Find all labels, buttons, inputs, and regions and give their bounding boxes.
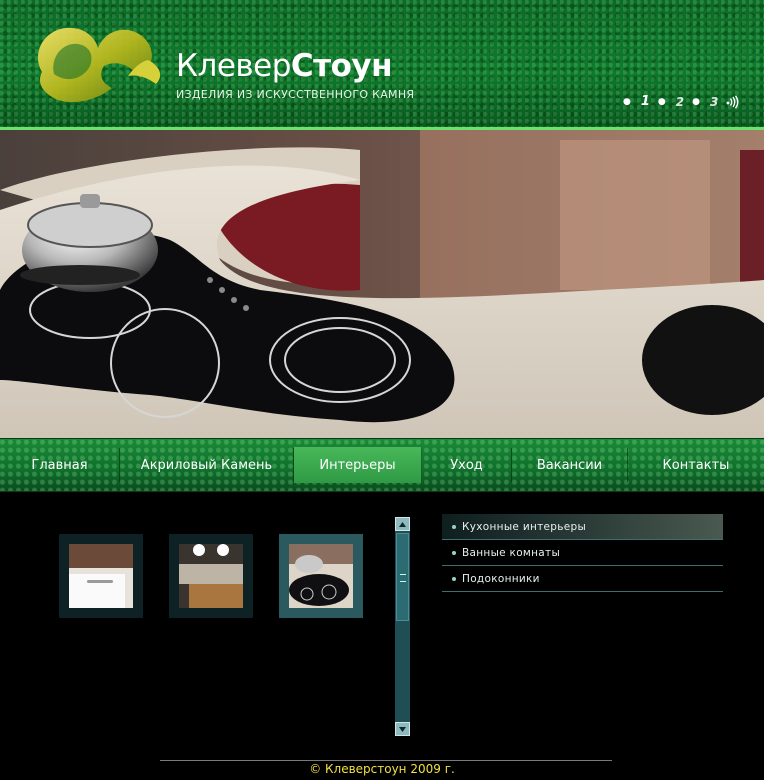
hero-kitchen-photo xyxy=(0,130,764,438)
slide-bullet-icon: ● xyxy=(657,96,666,107)
clover-heart-logo[interactable] xyxy=(28,14,170,110)
site-header: КлеверСтоун ИЗДЕЛИЯ ИЗ ИСКУССТВЕННОГО КА… xyxy=(0,0,764,128)
brand-part-1: Клевер xyxy=(176,48,291,84)
main-nav: Главная Акриловый Камень Интерьеры Уход … xyxy=(0,438,764,492)
submenu-label: Ванные комнаты xyxy=(462,546,561,559)
bullet-icon xyxy=(452,576,456,581)
tagline: ИЗДЕЛИЯ ИЗ ИСКУССТВЕННОГО КАМНЯ xyxy=(176,88,415,101)
slide-bullet-icon: ● xyxy=(692,96,700,107)
nav-item-acrylic-stone[interactable]: Акриловый Камень xyxy=(120,448,294,482)
gallery-scrollbar[interactable] xyxy=(395,517,410,736)
submenu-item-bathroom[interactable]: Ванные комнаты xyxy=(442,540,723,566)
gallery-thumbnail[interactable] xyxy=(59,534,143,618)
scroll-thumb[interactable] xyxy=(396,533,409,621)
slide-bullet-icon: ● xyxy=(623,96,631,107)
gallery-thumbnail-active[interactable] xyxy=(279,534,363,618)
kitchen-cooktop-thumb xyxy=(289,544,353,608)
footer-divider xyxy=(160,760,612,761)
kitchen-cooktop-image xyxy=(0,130,764,438)
nav-item-contacts[interactable]: Контакты xyxy=(628,448,764,482)
slide-1-link[interactable]: 1 xyxy=(641,94,650,109)
bullet-icon xyxy=(452,550,456,555)
arrow-down-icon xyxy=(399,726,406,732)
nav-item-interiors[interactable]: Интерьеры xyxy=(294,447,422,483)
bullet-icon xyxy=(452,524,456,529)
slide-switcher: ● 1 ● 2 ● 3 xyxy=(623,94,740,109)
kitchen-cabinet-thumb xyxy=(69,544,133,608)
grip-icon xyxy=(400,574,406,582)
submenu-label: Кухонные интерьеры xyxy=(462,520,587,533)
brand-name[interactable]: КлеверСтоун xyxy=(176,48,393,84)
nav-item-vacancies[interactable]: Вакансии xyxy=(512,448,628,482)
submenu-label: Подоконники xyxy=(462,572,540,585)
nav-item-home[interactable]: Главная xyxy=(0,448,120,482)
arrow-up-icon xyxy=(399,521,406,527)
scroll-up-button[interactable] xyxy=(395,517,410,531)
scroll-down-button[interactable] xyxy=(395,722,410,736)
gallery-thumbnail[interactable] xyxy=(169,534,253,618)
kitchen-lighting-thumb xyxy=(179,544,243,608)
interiors-submenu: Кухонные интерьеры Ванные комнаты Подоко… xyxy=(442,514,723,592)
sound-toggle-icon[interactable] xyxy=(726,94,740,109)
slide-3-link[interactable]: 3 xyxy=(710,95,718,109)
nav-item-care[interactable]: Уход xyxy=(422,448,512,482)
slide-2-link[interactable]: 2 xyxy=(676,95,684,109)
submenu-item-kitchen[interactable]: Кухонные интерьеры xyxy=(442,514,723,540)
submenu-item-windowsills[interactable]: Подоконники xyxy=(442,566,723,592)
copyright: © Клеверстоун 2009 г. xyxy=(309,762,455,776)
brand-part-2: Стоун xyxy=(290,48,393,84)
